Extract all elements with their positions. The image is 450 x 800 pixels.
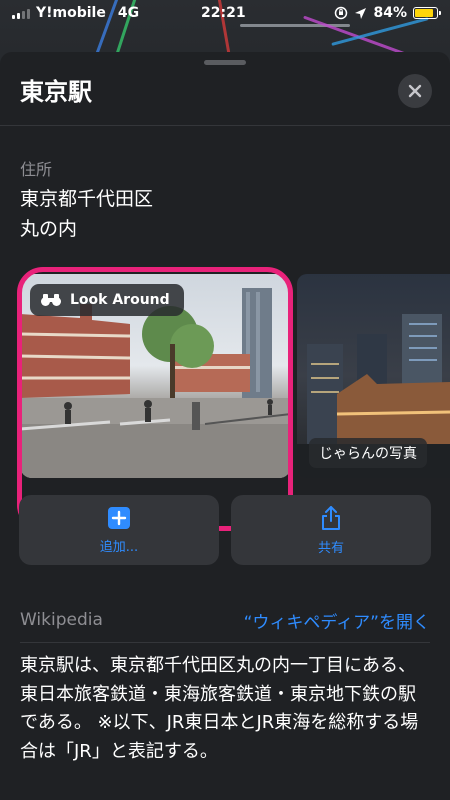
share-button[interactable]: 共有: [231, 495, 431, 565]
close-icon: [408, 84, 422, 98]
header-divider: [0, 125, 450, 126]
wikipedia-label: Wikipedia: [20, 610, 103, 630]
jalan-photo[interactable]: じゃらんの写真: [297, 274, 450, 478]
battery-percent: 84%: [373, 5, 407, 21]
signal-strength-icon: [12, 8, 30, 19]
address-line-2: 丸の内: [20, 218, 78, 240]
add-button-label: 追加...: [99, 539, 139, 555]
carrier-name: Y!mobile: [36, 5, 106, 21]
share-icon: [322, 505, 340, 530]
network-type: 4G: [117, 5, 140, 21]
status-right: 84%: [334, 5, 441, 21]
place-title: 東京駅: [20, 78, 92, 106]
location-arrow-icon: [355, 7, 367, 19]
sheet-grabber[interactable]: [204, 60, 246, 65]
orientation-lock-icon: [335, 6, 348, 20]
highlight-annotation: [17, 267, 293, 531]
place-card-sheet: 東京駅 住所 東京都千代田区 丸の内 Look Around じゃらんの写真 追…: [0, 52, 450, 800]
status-bar: Y!mobile 4G 22:21 84%: [0, 0, 450, 26]
wikipedia-divider: [20, 642, 430, 643]
open-wikipedia-link[interactable]: “ウィキペディア”を開く: [244, 608, 430, 633]
status-left: Y!mobile 4G: [12, 5, 139, 21]
address-line-1: 東京都千代田区: [20, 188, 154, 210]
battery-icon: [413, 7, 441, 19]
address-label: 住所: [20, 160, 53, 179]
add-button[interactable]: 追加...: [19, 495, 219, 565]
close-button[interactable]: [398, 74, 432, 108]
jalan-photos-label: じゃらんの写真: [309, 438, 427, 468]
wikipedia-summary: 東京駅は、東京都千代田区丸の内一丁目にある、東日本旅客鉄道・東海旅客鉄道・東京地…: [20, 655, 419, 762]
share-button-label: 共有: [317, 540, 344, 556]
plus-square-icon: [108, 506, 130, 529]
battery-fill: [415, 9, 433, 17]
clock: 22:21: [201, 5, 246, 21]
